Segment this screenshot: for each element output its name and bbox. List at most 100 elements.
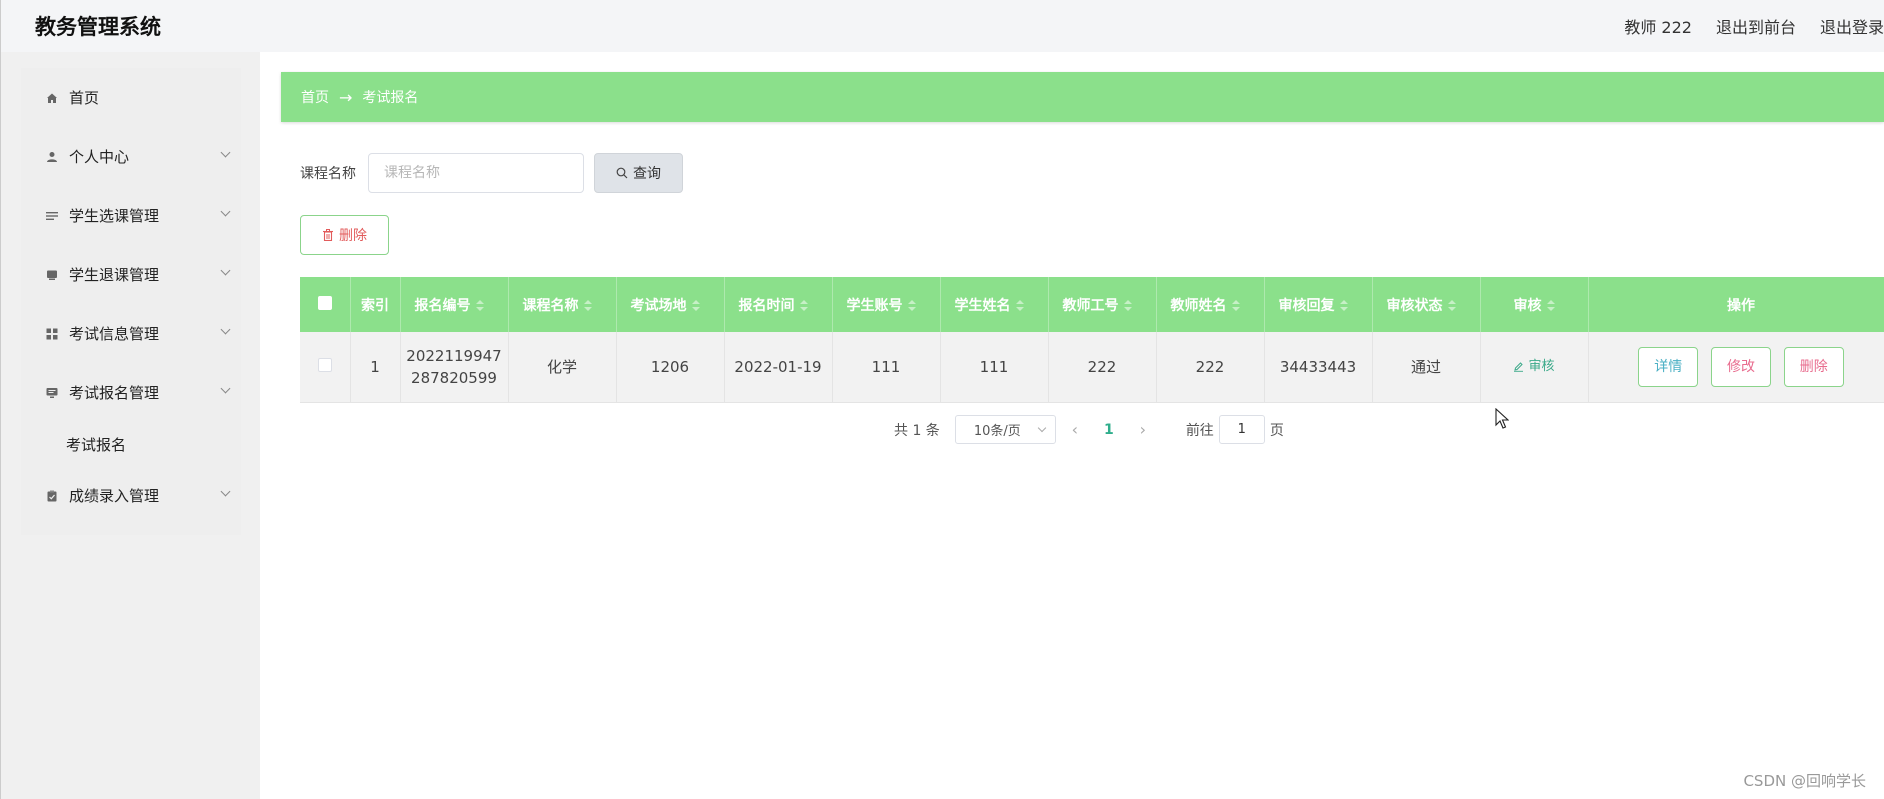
row-checkbox[interactable] (317, 357, 332, 372)
page-number-current[interactable]: 1 (1094, 422, 1124, 438)
table-row: 1 2022119947 287820599 化学 1206 2022-01-19… (300, 332, 1884, 403)
sidebar-item-exam-registration[interactable]: 考试报名管理 (21, 363, 241, 422)
monitor-icon (45, 386, 59, 400)
table-header-row: 索引 报名编号 课程名称 考试场地 报名时间 学生账号 学生姓名 教师工号 教师… (300, 277, 1884, 332)
column-header-reg-no[interactable]: 报名编号 (400, 277, 509, 332)
chevron-down-icon (220, 486, 231, 497)
row-select-cell (300, 332, 351, 403)
edit-button[interactable]: 修改 (1711, 346, 1771, 387)
course-name-input[interactable] (368, 153, 584, 193)
sidebar-menu: 首页 个人中心 学生选课管理 学生退课管理 考试信息管理 考试报名管理 考试报名… (21, 68, 241, 535)
breadcrumb: 首页 → 考试报名 (281, 72, 1884, 122)
column-header-index: 索引 (350, 277, 401, 332)
sort-icon[interactable] (691, 299, 700, 312)
sidebar-item-personal-center[interactable]: 个人中心 (21, 127, 241, 186)
batch-delete-label: 删除 (339, 228, 367, 244)
batch-delete-button[interactable]: 删除 (300, 215, 389, 255)
top-nav: 教师 222 退出到前台 退出登录 (1624, 14, 1884, 38)
breadcrumb-arrow-icon: → (339, 87, 353, 107)
current-user: 教师 222 (1624, 18, 1692, 37)
sidebar-subitem-label: 考试报名 (66, 435, 127, 454)
cell-reply: 34433443 (1264, 332, 1373, 403)
cell-venue: 1206 (616, 332, 725, 403)
column-header-status[interactable]: 审核状态 (1372, 277, 1481, 332)
chevron-down-icon (220, 265, 231, 276)
cell-reg-no: 2022119947 287820599 (400, 332, 509, 403)
cell-actions: 详情 修改 删除 (1588, 332, 1884, 403)
delete-button[interactable]: 删除 (1783, 346, 1844, 387)
sidebar-item-course-withdrawal[interactable]: 学生退课管理 (21, 245, 241, 304)
watermark: CSDN @回响学长 (1743, 772, 1866, 790)
sidebar-item-label: 个人中心 (69, 148, 130, 166)
sidebar-item-label: 首页 (69, 89, 100, 107)
sidebar-item-label: 成绩录入管理 (69, 487, 160, 505)
cell-teacher-name: 222 (1156, 332, 1265, 403)
audit-link[interactable]: 审核 (1513, 356, 1555, 378)
sidebar-item-exam-info[interactable]: 考试信息管理 (21, 304, 241, 363)
select-all-checkbox[interactable] (317, 295, 332, 310)
sort-icon[interactable] (907, 299, 916, 312)
cell-teacher-id: 222 (1048, 332, 1157, 403)
next-page-icon[interactable]: › (1128, 420, 1158, 439)
breadcrumb-home[interactable]: 首页 (301, 87, 329, 107)
goto-page-input[interactable]: 1 (1218, 415, 1265, 444)
goto-label: 前往 (1185, 422, 1214, 439)
sidebar-subitem-exam-registration[interactable]: 考试报名 (21, 422, 241, 466)
pagination-total: 共 1 条 (894, 422, 940, 439)
sort-icon[interactable] (583, 299, 592, 312)
chevron-down-icon (220, 206, 231, 217)
sort-icon[interactable] (475, 299, 484, 312)
cell-audit: 审核 (1480, 332, 1589, 403)
trash-icon (323, 229, 333, 241)
column-header-teacher-name[interactable]: 教师姓名 (1156, 277, 1265, 332)
column-header-student-name[interactable]: 学生姓名 (940, 277, 1049, 332)
sort-icon[interactable] (1447, 299, 1456, 312)
search-icon (616, 167, 628, 179)
sort-icon[interactable] (1123, 299, 1132, 312)
sort-icon[interactable] (1015, 299, 1024, 312)
chevron-down-icon (220, 147, 231, 158)
edit-icon (1514, 362, 1524, 372)
cell-course: 化学 (508, 332, 617, 403)
back-to-front-link[interactable]: 退出到前台 (1716, 14, 1796, 38)
chevron-down-icon (220, 324, 231, 335)
column-header-reg-time[interactable]: 报名时间 (724, 277, 833, 332)
mouse-cursor-icon (1495, 408, 1509, 429)
search-button-label: 查询 (633, 166, 661, 182)
cell-student-account: 111 (832, 332, 941, 403)
column-header-teacher-id[interactable]: 教师工号 (1048, 277, 1157, 332)
sort-icon[interactable] (799, 299, 808, 312)
cell-reg-time: 2022-01-19 (724, 332, 833, 403)
prev-page-icon[interactable]: ‹ (1060, 420, 1090, 439)
sidebar-item-course-selection[interactable]: 学生选课管理 (21, 186, 241, 245)
sidebar-item-label: 考试信息管理 (69, 325, 160, 343)
sort-icon[interactable] (1339, 299, 1348, 312)
pagination: 共 1 条 10条/页 ‹ 1 › 前往 1 页 (894, 415, 1284, 444)
app-title: 教务管理系统 (35, 15, 161, 39)
clipboard-icon (45, 489, 59, 503)
search-form: 课程名称 查询 (300, 153, 683, 193)
cell-status: 通过 (1372, 332, 1481, 403)
search-button[interactable]: 查询 (594, 153, 683, 193)
search-label: 课程名称 (300, 166, 356, 182)
sidebar: 首页 个人中心 学生选课管理 学生退课管理 考试信息管理 考试报名管理 考试报名… (0, 52, 260, 799)
sidebar-item-label: 考试报名管理 (69, 384, 160, 402)
detail-button[interactable]: 详情 (1638, 346, 1699, 387)
column-header-venue[interactable]: 考试场地 (616, 277, 725, 332)
column-header-audit[interactable]: 审核 (1480, 277, 1589, 332)
cell-student-name: 111 (940, 332, 1049, 403)
column-header-course[interactable]: 课程名称 (508, 277, 617, 332)
column-header-reply[interactable]: 审核回复 (1264, 277, 1373, 332)
sort-icon[interactable] (1231, 299, 1240, 312)
sort-icon[interactable] (1546, 299, 1555, 312)
breadcrumb-current: 考试报名 (362, 90, 419, 106)
logout-link[interactable]: 退出登录 (1820, 14, 1884, 38)
page-size-select[interactable]: 10条/页 (954, 415, 1056, 444)
sidebar-item-grade-entry[interactable]: 成绩录入管理 (21, 466, 241, 525)
chevron-down-icon (1037, 423, 1047, 433)
sidebar-item-home[interactable]: 首页 (21, 68, 241, 127)
column-header-student-account[interactable]: 学生账号 (832, 277, 941, 332)
sidebar-item-label: 学生退课管理 (69, 266, 160, 284)
box-icon (45, 268, 59, 282)
select-all-cell (300, 277, 351, 332)
